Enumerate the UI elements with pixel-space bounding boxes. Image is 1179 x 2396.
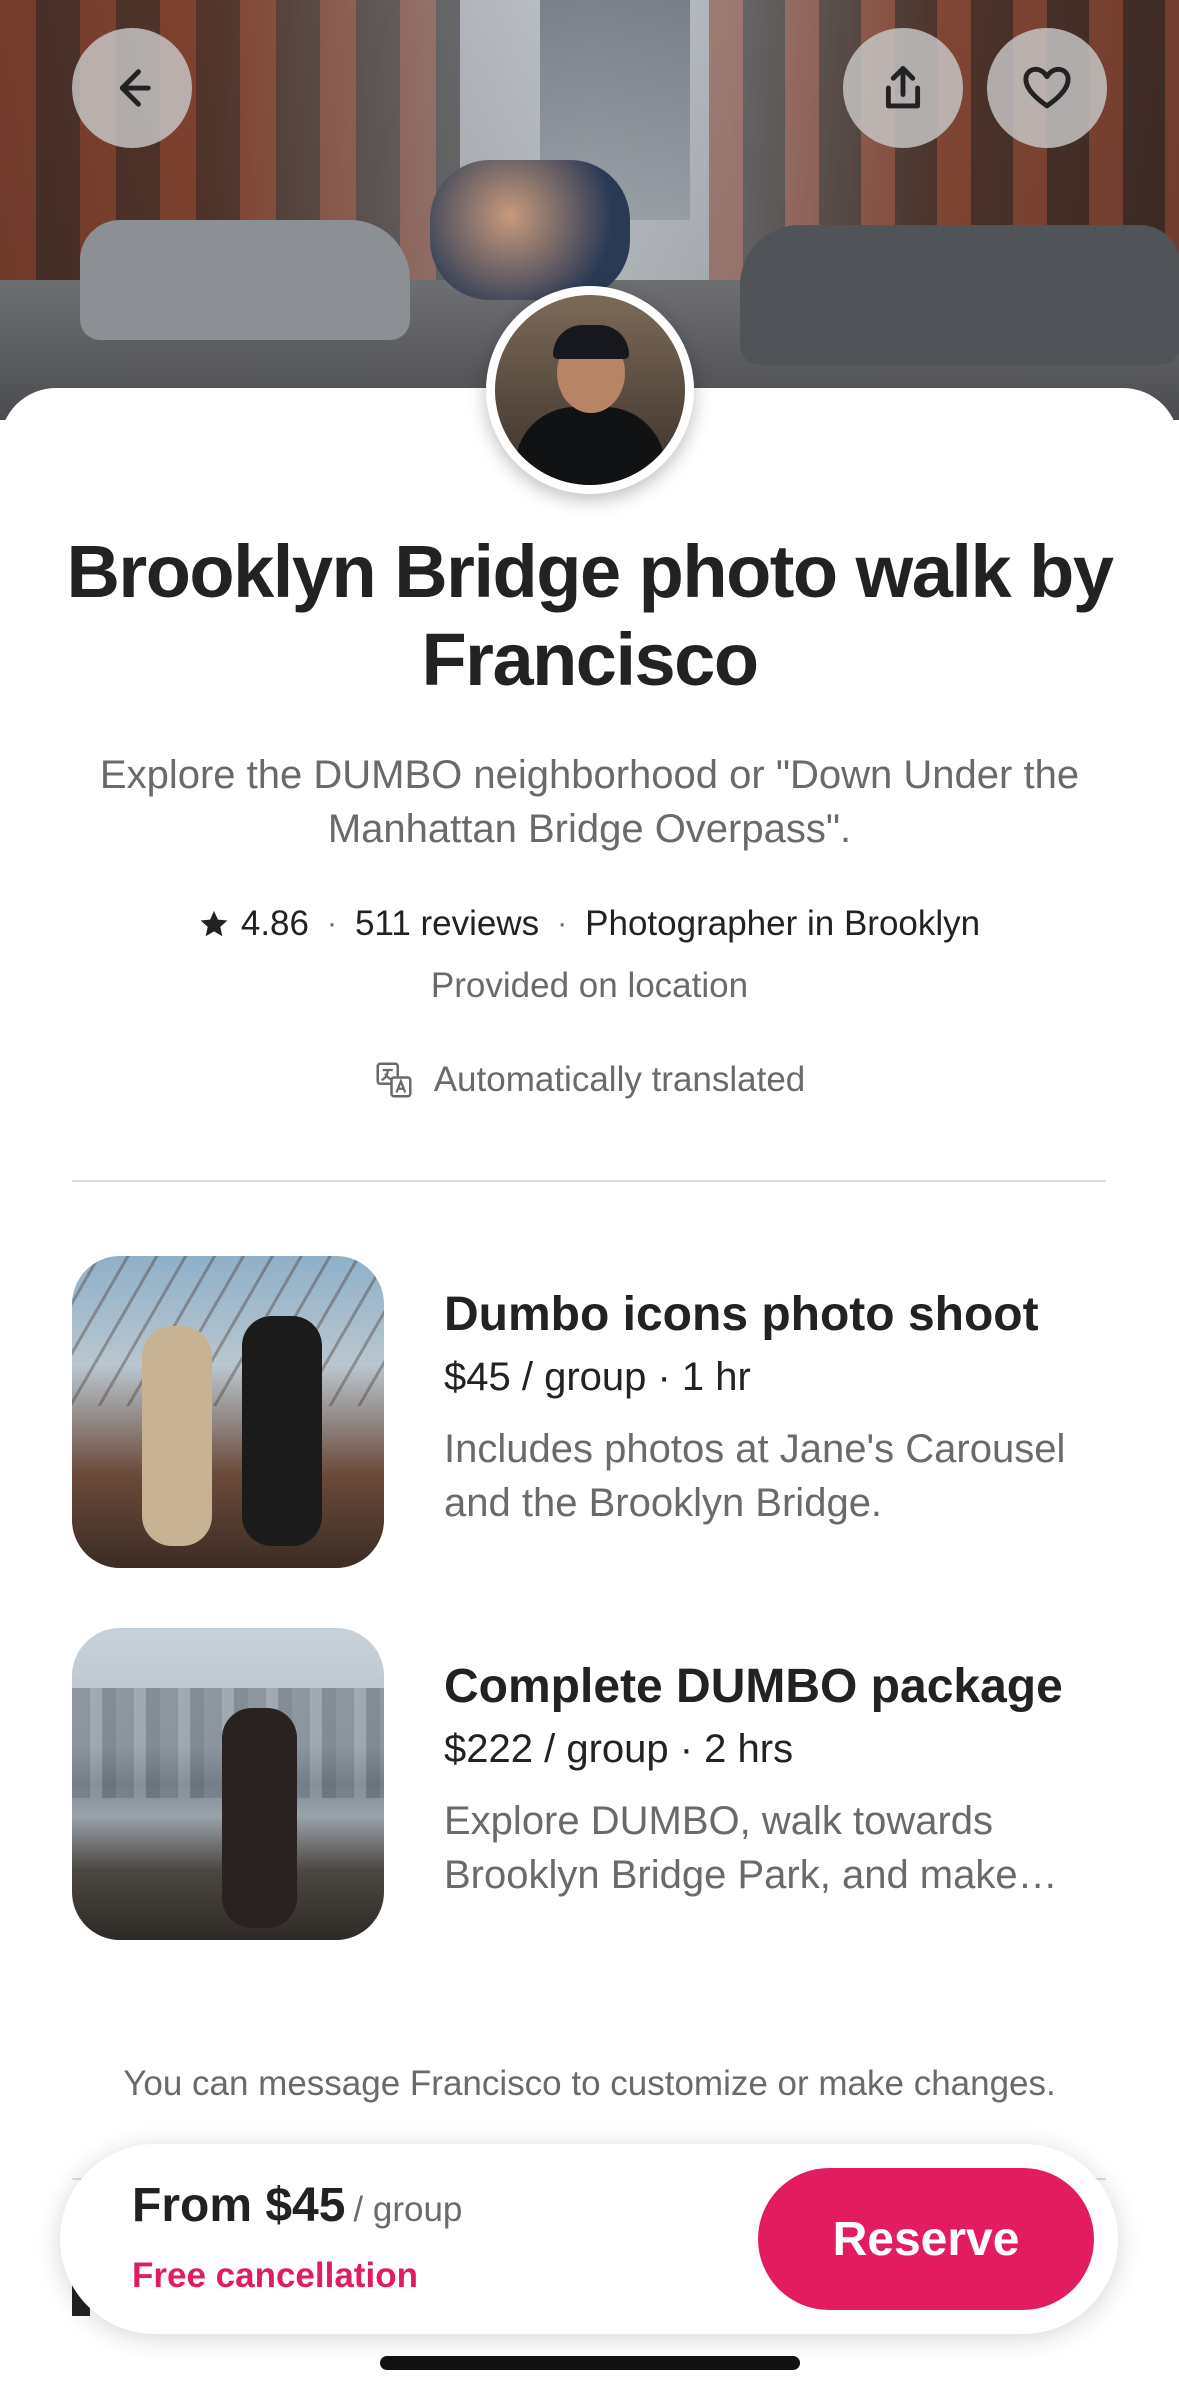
hero-car-right [740, 225, 1179, 365]
rating-value: 4.86 [240, 904, 309, 943]
booking-footer: From $45/ group Free cancellation Reserv… [60, 2144, 1118, 2334]
message-host-note: You can message Francisco to customize o… [123, 2064, 1056, 2103]
free-cancellation-label[interactable]: Free cancellation [132, 2256, 418, 2296]
section-divider [72, 1180, 1106, 1182]
price-unit: / group [353, 2190, 463, 2229]
offering-thumbnail [72, 1628, 384, 1940]
back-button[interactable] [72, 28, 192, 148]
save-button[interactable] [987, 28, 1107, 148]
offering-description: Explore DUMBO, walk towards Brooklyn Bri… [444, 1799, 1058, 1897]
offering-name: Complete DUMBO package [444, 1660, 1063, 1713]
separator-dot: · [557, 907, 568, 940]
hero-couple [430, 160, 630, 300]
translate-icon [376, 1062, 412, 1098]
offering-thumbnail [72, 1256, 384, 1568]
share-button[interactable] [843, 28, 963, 148]
location-note: Provided on location [430, 966, 749, 1005]
arrow-left-icon [119, 69, 151, 107]
share-icon [885, 66, 921, 109]
reviews-link[interactable]: 511 reviews [355, 904, 539, 944]
host-category: Photographer in Brooklyn [585, 904, 981, 943]
offering-card[interactable]: Complete DUMBO package $222 / group · 2 … [72, 1628, 1106, 1940]
home-indicator [380, 2356, 800, 2370]
page-title: Brooklyn Bridge photo walk by Francisco [66, 530, 1114, 701]
separator-dot: · [326, 907, 337, 940]
from-price: From $45 [132, 2179, 346, 2232]
host-avatar-photo [495, 295, 685, 485]
reserve-button[interactable]: Reserve [758, 2168, 1094, 2310]
listing-subtitle: Explore the DUMBO neighborhood or "Down … [99, 753, 1080, 851]
heart-icon [1023, 66, 1071, 109]
offering-card[interactable]: Dumbo icons photo shoot $45 / group · 1 … [72, 1256, 1106, 1568]
offering-price: $222 / group · 2 hrs [444, 1727, 794, 1771]
hero-car-left [80, 220, 410, 340]
offering-name: Dumbo icons photo shoot [444, 1288, 1039, 1341]
listing-meta: 4.86 · 511 reviews · Photographer in Bro… [0, 904, 1179, 944]
star-icon [200, 910, 228, 937]
offering-description: Includes photos at Jane's Carousel and t… [444, 1427, 1066, 1525]
host-avatar[interactable] [486, 286, 694, 494]
price-summary: From $45/ group [132, 2178, 462, 2233]
offering-price: $45 / group · 1 hr [444, 1355, 751, 1399]
translation-note[interactable]: Automatically translated [0, 1060, 1179, 1100]
translation-label: Automatically translated [433, 1060, 806, 1099]
